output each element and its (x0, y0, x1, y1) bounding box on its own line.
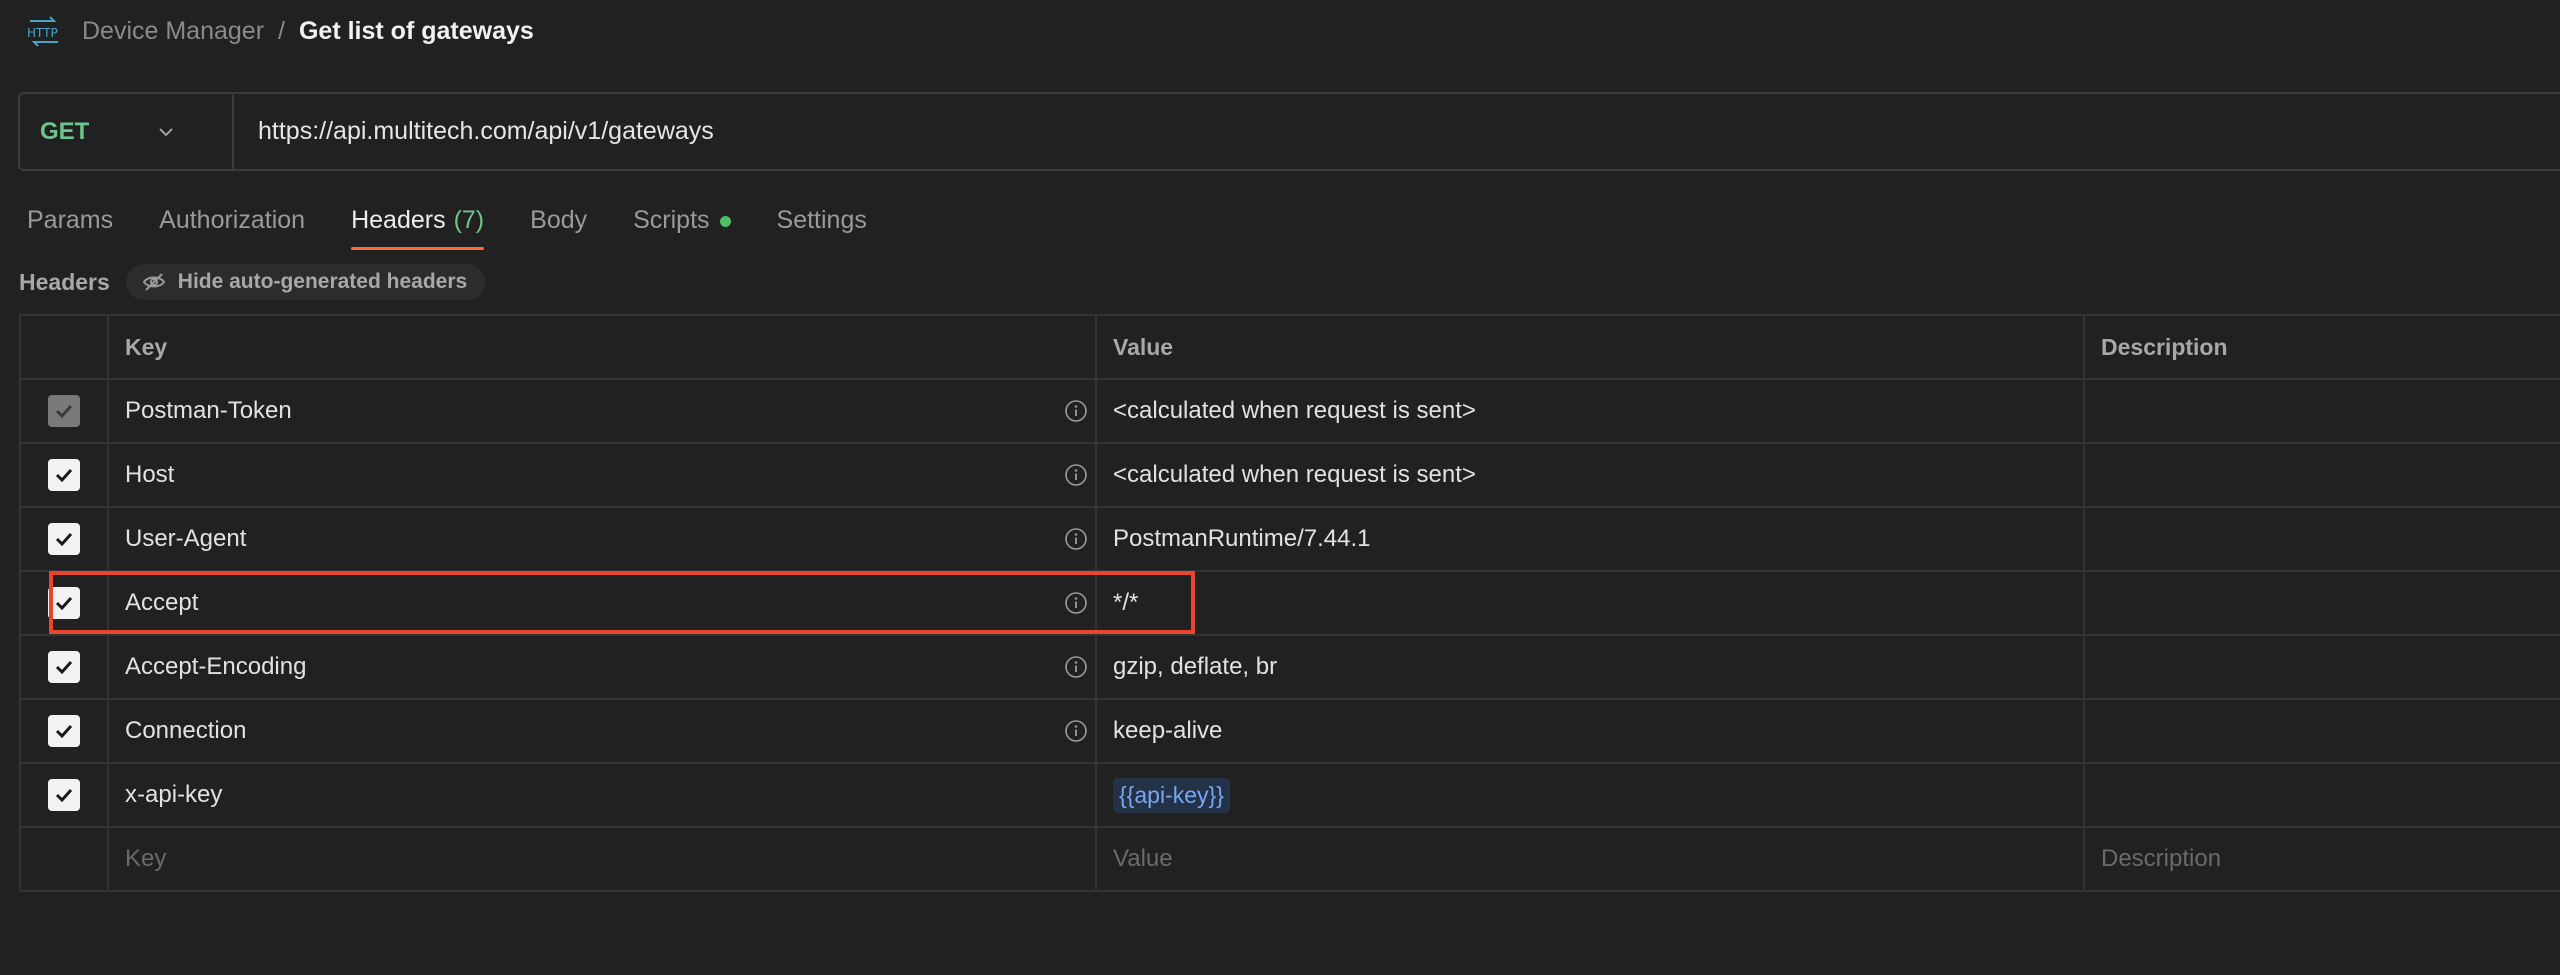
column-header-value: Value (1097, 316, 2085, 378)
tab-body[interactable]: Body (530, 198, 587, 254)
header-value[interactable]: PostmanRuntime/7.44.1 (1113, 525, 1370, 553)
header-description[interactable] (2085, 636, 2560, 698)
postman-request-page: HTTP Device Manager / Get list of gatewa… (0, 0, 2560, 975)
new-header-row: Key Value Description (21, 828, 2560, 892)
table-header-row: Key Value Description (21, 316, 2560, 380)
header-key[interactable]: Accept (125, 589, 198, 617)
header-key[interactable]: Host (125, 461, 174, 489)
tab-settings[interactable]: Settings (777, 198, 867, 254)
new-key-input[interactable]: Key (109, 828, 1097, 890)
header-value[interactable]: gzip, deflate, br (1113, 653, 1277, 681)
eye-off-icon (142, 273, 165, 291)
tab-headers[interactable]: Headers (7) (351, 198, 485, 254)
header-value[interactable]: keep-alive (1113, 717, 1222, 745)
request-tabs: Params Authorization Headers (7) Body Scr… (27, 198, 913, 254)
tab-scripts[interactable]: Scripts (633, 198, 731, 254)
header-check-cell (21, 316, 109, 378)
header-value[interactable]: <calculated when request is sent> (1113, 461, 1476, 489)
url-input[interactable] (234, 94, 2560, 169)
row-checkbox[interactable] (48, 459, 80, 491)
chevron-down-icon (159, 127, 174, 136)
method-label: GET (40, 117, 90, 145)
variable-chip[interactable]: {{api-key}} (1113, 777, 1230, 813)
check-icon (55, 724, 73, 739)
row-checkbox[interactable] (48, 395, 80, 427)
header-key[interactable]: Accept-Encoding (125, 653, 306, 681)
table-row: Postman-Token <calculated when request i… (21, 380, 2560, 444)
headers-title: Headers (19, 268, 110, 295)
http-icon: HTTP (27, 16, 58, 47)
breadcrumb-separator: / (278, 16, 285, 45)
check-icon (55, 532, 73, 547)
tab-params[interactable]: Params (27, 198, 113, 254)
info-icon[interactable] (1063, 462, 1089, 488)
table-row: Accept-Encoding gzip, deflate, br (21, 636, 2560, 700)
tab-authorization[interactable]: Authorization (159, 198, 305, 254)
new-value-input[interactable]: Value (1097, 828, 2085, 890)
header-description[interactable] (2085, 700, 2560, 762)
svg-text:HTTP: HTTP (27, 26, 58, 40)
table-row: Accept */* (21, 572, 2560, 636)
table-row: User-Agent PostmanRuntime/7.44.1 (21, 508, 2560, 572)
url-bar: GET (18, 92, 2560, 171)
header-key[interactable]: x-api-key (125, 781, 222, 809)
breadcrumb: HTTP Device Manager / Get list of gatewa… (26, 14, 534, 48)
info-icon[interactable] (1063, 654, 1089, 680)
table-row: Connection keep-alive (21, 700, 2560, 764)
row-checkbox[interactable] (48, 587, 80, 619)
check-icon (55, 788, 73, 803)
row-checkbox[interactable] (48, 779, 80, 811)
row-checkbox[interactable] (48, 715, 80, 747)
hide-auto-generated-button[interactable]: Hide auto-generated headers (125, 264, 486, 300)
check-icon (55, 404, 73, 419)
check-icon (55, 596, 73, 611)
header-value[interactable]: */* (1113, 589, 1138, 617)
breadcrumb-parent[interactable]: Device Manager (82, 17, 264, 46)
header-description[interactable] (2085, 572, 2560, 634)
info-icon[interactable] (1063, 590, 1089, 616)
scripts-status-dot (719, 216, 731, 227)
column-header-description: Description (2085, 316, 2560, 378)
header-key[interactable]: Postman-Token (125, 397, 292, 425)
info-icon[interactable] (1063, 398, 1089, 424)
check-icon (55, 468, 73, 483)
table-row: x-api-key {{api-key}} (21, 764, 2560, 828)
column-header-key: Key (109, 316, 1097, 378)
check-icon (55, 660, 73, 675)
row-checkbox[interactable] (48, 523, 80, 555)
method-select[interactable]: GET (20, 94, 234, 169)
request-title[interactable]: Get list of gateways (299, 17, 534, 46)
header-key[interactable]: Connection (125, 717, 246, 745)
new-description-input[interactable]: Description (2085, 828, 2560, 890)
info-icon[interactable] (1063, 718, 1089, 744)
header-description[interactable] (2085, 508, 2560, 570)
headers-table: Key Value Description Postman-Token <cal… (19, 314, 2560, 892)
header-value[interactable]: <calculated when request is sent> (1113, 397, 1476, 425)
table-row: Host <calculated when request is sent> (21, 444, 2560, 508)
headers-count: (7) (453, 206, 485, 234)
header-description[interactable] (2085, 764, 2560, 826)
header-key[interactable]: User-Agent (125, 525, 246, 553)
info-icon[interactable] (1063, 526, 1089, 552)
header-description[interactable] (2085, 380, 2560, 442)
row-checkbox[interactable] (48, 651, 80, 683)
headers-subheader: Headers Hide auto-generated headers (19, 264, 486, 300)
header-description[interactable] (2085, 444, 2560, 506)
